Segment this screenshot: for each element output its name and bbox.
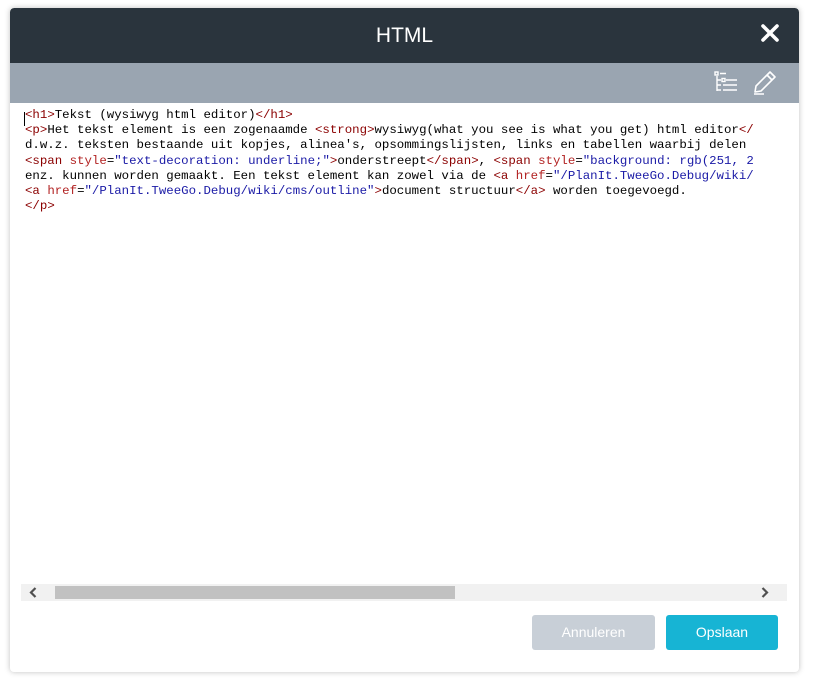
edit-button[interactable] (750, 69, 778, 97)
horizontal-scrollbar[interactable] (21, 584, 787, 601)
code-line: <h1>Tekst (wysiwyg html editor)</h1> (25, 108, 293, 122)
pencil-icon (754, 71, 776, 95)
document-outline-icon (714, 71, 737, 91)
code-line: enz. kunnen worden gemaakt. Een tekst el… (25, 168, 754, 183)
close-button[interactable] (759, 22, 781, 44)
code-content[interactable]: <h1>Tekst (wysiwyg html editor)</h1> <p>H… (21, 108, 799, 214)
code-line: <p>Het tekst element is een zogenaamde <… (25, 123, 754, 138)
code-line: <span style="text-decoration: underline;… (25, 153, 754, 168)
scroll-right-button[interactable] (756, 584, 773, 601)
scroll-left-button[interactable] (25, 584, 42, 601)
outline-button[interactable] (712, 69, 740, 97)
save-button[interactable]: Opslaan (666, 615, 778, 650)
chevron-right-icon (761, 587, 769, 598)
cancel-button[interactable]: Annuleren (532, 615, 655, 650)
code-editor[interactable]: <h1>Tekst (wysiwyg html editor)</h1> <p>H… (21, 108, 799, 585)
html-editor-dialog: HTML <h1>Tekst (wysiwyg html editor)</h1… (10, 8, 799, 672)
editor-toolbar (10, 63, 799, 103)
dialog-title: HTML (375, 24, 434, 47)
chevron-left-icon (29, 587, 37, 598)
text-cursor (24, 112, 25, 126)
dialog-header: HTML (10, 8, 799, 63)
code-line: <a href="/PlanIt.TweeGo.Debug/wiki/cms/o… (25, 184, 687, 199)
code-line: </p> (25, 199, 55, 214)
close-icon (761, 24, 779, 42)
code-line: d.w.z. teksten bestaande uit kopjes, ali… (25, 138, 747, 153)
scrollbar-thumb[interactable] (55, 586, 455, 599)
